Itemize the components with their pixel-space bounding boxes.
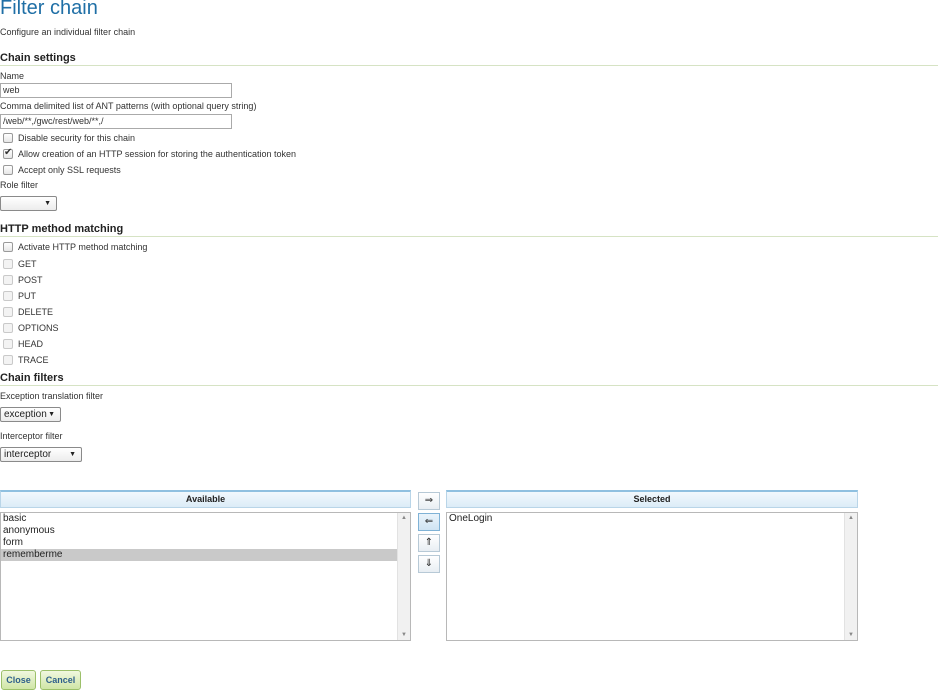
disable-security-label: Disable security for this chain <box>18 133 136 143</box>
available-item-anonymous[interactable]: anonymous <box>1 525 410 537</box>
section-chain-filters: Chain filters <box>0 372 938 386</box>
exception-filter-label: Exception translation filter <box>0 391 104 401</box>
ssl-only-label: Accept only SSL requests <box>18 165 121 175</box>
available-scrollbar[interactable]: ▲ ▼ <box>397 513 410 640</box>
available-header: Available <box>0 490 411 508</box>
page-title: Filter chain <box>0 0 98 19</box>
method-row-put: PUT <box>0 290 120 302</box>
method-label-options: OPTIONS <box>18 323 59 333</box>
method-row-get: GET <box>0 258 120 270</box>
exception-filter-select[interactable]: exception ▼ <box>0 407 61 422</box>
name-input[interactable]: web <box>0 83 232 98</box>
ssl-only-checkbox[interactable] <box>3 165 13 175</box>
remove-from-selected-button[interactable]: ⇐ <box>418 513 440 531</box>
disable-security-checkbox[interactable] <box>3 133 13 143</box>
section-http-method: HTTP method matching <box>0 223 938 237</box>
name-label: Name <box>0 71 25 81</box>
allow-session-row[interactable]: ✔ Allow creation of an HTTP session for … <box>0 147 400 160</box>
interceptor-filter-value: interceptor <box>4 449 52 460</box>
method-row-head: HEAD <box>0 338 120 350</box>
available-item-rememberme[interactable]: rememberme <box>1 549 397 561</box>
section-chain-settings: Chain settings <box>0 52 938 66</box>
method-checkbox-head <box>3 339 13 349</box>
dropdown-arrow-icon: ▼ <box>44 200 51 207</box>
method-row-options: OPTIONS <box>0 322 120 334</box>
method-row-post: POST <box>0 274 120 286</box>
scroll-down-icon[interactable]: ▼ <box>401 632 407 638</box>
ssl-only-row[interactable]: Accept only SSL requests <box>0 164 300 176</box>
selected-scrollbar[interactable]: ▲ ▼ <box>844 513 857 640</box>
exception-filter-value: exception <box>4 409 47 420</box>
cancel-button[interactable]: Cancel <box>40 670 81 690</box>
method-checkbox-delete <box>3 307 13 317</box>
method-label-get: GET <box>18 259 37 269</box>
activate-http-checkbox[interactable] <box>3 242 13 252</box>
selected-item-onelogin[interactable]: OneLogin <box>447 513 857 525</box>
selected-list[interactable]: OneLogin ▲ ▼ <box>446 512 858 641</box>
allow-session-checkbox[interactable]: ✔ <box>3 147 13 159</box>
available-list[interactable]: basic anonymous form rememberme ▲ ▼ <box>0 512 411 641</box>
interceptor-filter-label: Interceptor filter <box>0 431 63 441</box>
available-item-form[interactable]: form <box>1 537 410 549</box>
method-checkbox-trace <box>3 355 13 365</box>
method-checkbox-options <box>3 323 13 333</box>
add-to-selected-button[interactable]: ⇒ <box>418 492 440 510</box>
method-label-delete: DELETE <box>18 307 54 317</box>
page-subtitle: Configure an individual filter chain <box>0 27 136 37</box>
method-checkbox-get <box>3 259 13 269</box>
checkmark-icon: ✔ <box>4 147 13 158</box>
method-label-trace: TRACE <box>18 355 49 365</box>
method-checkbox-post <box>3 275 13 285</box>
role-filter-select[interactable]: ▼ <box>0 196 57 211</box>
method-row-trace: TRACE <box>0 354 120 366</box>
close-button[interactable]: Close <box>1 670 36 690</box>
method-label-post: POST <box>18 275 43 285</box>
method-label-put: PUT <box>18 291 36 301</box>
scroll-up-icon[interactable]: ▲ <box>848 515 854 521</box>
selected-header: Selected <box>446 490 858 508</box>
activate-http-row[interactable]: Activate HTTP method matching <box>0 241 300 253</box>
disable-security-row[interactable]: Disable security for this chain <box>0 132 300 144</box>
interceptor-filter-select[interactable]: interceptor ▼ <box>0 447 82 462</box>
method-checkbox-put <box>3 291 13 301</box>
dropdown-arrow-icon: ▼ <box>48 411 55 418</box>
move-up-button[interactable]: ⇑ <box>418 534 440 552</box>
patterns-label: Comma delimited list of ANT patterns (wi… <box>0 101 257 111</box>
patterns-input[interactable]: /web/**,/gwc/rest/web/**,/ <box>0 114 232 129</box>
scroll-up-icon[interactable]: ▲ <box>401 515 407 521</box>
dropdown-arrow-icon: ▼ <box>69 451 76 458</box>
role-filter-label: Role filter <box>0 180 39 190</box>
method-row-delete: DELETE <box>0 306 120 318</box>
method-label-head: HEAD <box>18 339 44 349</box>
move-down-button[interactable]: ⇓ <box>418 555 440 573</box>
available-item-basic[interactable]: basic <box>1 513 410 525</box>
scroll-down-icon[interactable]: ▼ <box>848 632 854 638</box>
activate-http-label: Activate HTTP method matching <box>18 242 148 252</box>
allow-session-label: Allow creation of an HTTP session for st… <box>18 149 296 159</box>
